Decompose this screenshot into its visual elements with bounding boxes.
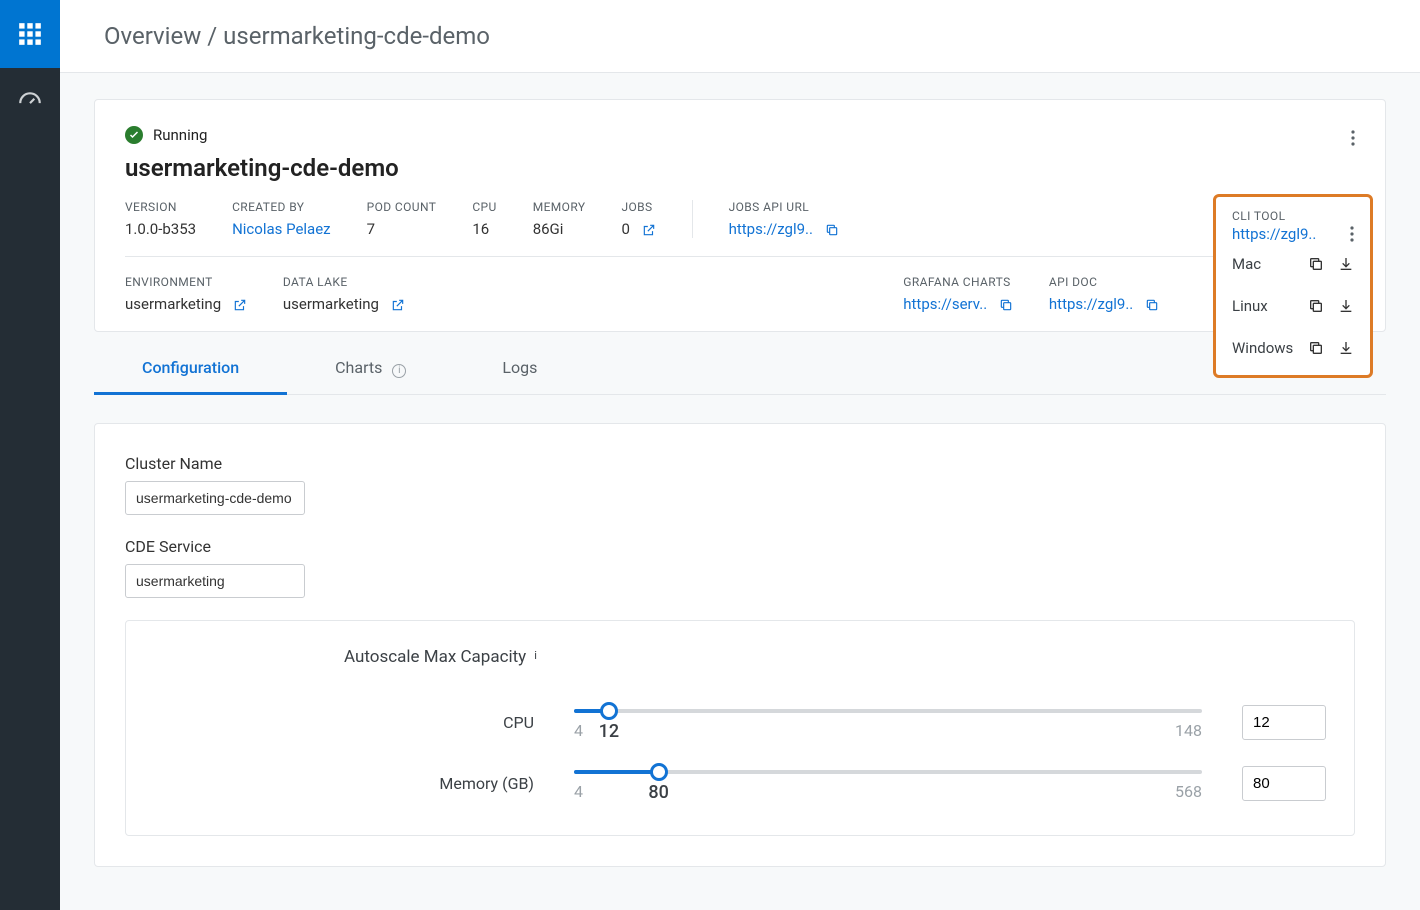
cli-row-linux: Linux <box>1232 285 1354 327</box>
cli-windows-download-icon[interactable] <box>1338 340 1354 356</box>
cluster-name-label: Cluster Name <box>125 454 1355 473</box>
tabs: Configuration Charts i Logs <box>94 342 1386 395</box>
status-text: Running <box>153 126 207 144</box>
jobsapi-copy-icon[interactable] <box>825 223 839 237</box>
cde-service-label: CDE Service <box>125 537 1355 556</box>
cpu-slider[interactable]: 4 12 148 <box>574 705 1202 740</box>
tab-logs[interactable]: Logs <box>454 342 585 394</box>
apidoc-copy-icon[interactable] <box>1145 298 1159 312</box>
summary-kebab-button[interactable] <box>1351 130 1355 146</box>
memory-value-input[interactable] <box>1242 766 1326 801</box>
status-running-icon <box>125 126 143 144</box>
memory-min: 4 <box>574 782 583 801</box>
sidebar-item-overview[interactable] <box>0 68 60 136</box>
kv-apidoc: API DOC https://zgl9.. <box>1049 275 1159 313</box>
sidebar <box>0 0 60 910</box>
memory-slider-label: Memory (GB) <box>154 774 534 793</box>
cli-linux-download-icon[interactable] <box>1338 298 1354 314</box>
cli-link[interactable]: https://zgl9.. <box>1232 225 1316 243</box>
summary-title: usermarketing-cde-demo <box>125 154 1355 182</box>
kv-memory: MEMORY 86Gi <box>533 200 586 238</box>
breadcrumb-current: usermarketing-cde-demo <box>223 22 490 50</box>
kv-version: VERSION 1.0.0-b353 <box>125 200 196 238</box>
breadcrumb-root[interactable]: Overview <box>104 22 201 50</box>
memory-slider-thumb[interactable] <box>650 763 668 781</box>
cde-service-input[interactable] <box>125 564 305 598</box>
kebab-icon <box>1351 130 1355 146</box>
info-icon: i <box>534 649 550 665</box>
kv-grafana: GRAFANA CHARTS https://serv.. <box>903 275 1013 313</box>
kv-jobsapi: JOBS API URL https://zgl9.. <box>692 200 839 238</box>
kv-createdby: CREATED BY Nicolas Pelaez <box>232 200 331 238</box>
createdby-link[interactable]: Nicolas Pelaez <box>232 220 331 238</box>
main-content: Overview / usermarketing-cde-demo Runnin… <box>60 0 1420 910</box>
env-open-icon[interactable] <box>233 298 247 312</box>
apidoc-link[interactable]: https://zgl9.. <box>1049 295 1133 313</box>
cli-linux-copy-icon[interactable] <box>1308 298 1324 314</box>
cli-mac-copy-icon[interactable] <box>1308 256 1324 272</box>
breadcrumb-sep: / <box>207 22 217 50</box>
jobsapi-link[interactable]: https://zgl9.. <box>729 220 813 238</box>
memory-max: 568 <box>1175 782 1202 801</box>
cpu-value-input[interactable] <box>1242 705 1326 740</box>
kv-datalake: DATA LAKE usermarketing <box>283 275 405 313</box>
cli-tool-dropdown: CLI TOOL https://zgl9.. Mac Linux <box>1213 194 1373 378</box>
autoscale-box: Autoscale Max Capacity i CPU 4 12 <box>125 620 1355 836</box>
grafana-copy-icon[interactable] <box>999 298 1013 312</box>
gauge-icon <box>17 89 43 115</box>
kv-cpu: CPU 16 <box>472 200 496 238</box>
app-launcher-button[interactable] <box>0 0 60 68</box>
jobs-open-icon[interactable] <box>642 223 656 237</box>
kv-podcount: POD COUNT 7 <box>367 200 437 238</box>
apps-grid-icon <box>17 21 43 47</box>
kv-jobs: JOBS 0 <box>621 200 655 238</box>
tab-charts[interactable]: Charts i <box>287 342 454 394</box>
config-card: Cluster Name CDE Service Autoscale Max C… <box>94 423 1386 867</box>
datalake-open-icon[interactable] <box>391 298 405 312</box>
cluster-name-input[interactable] <box>125 481 305 515</box>
cli-windows-copy-icon[interactable] <box>1308 340 1324 356</box>
cpu-current: 12 <box>599 721 619 742</box>
summary-card: Running usermarketing-cde-demo VERSION 1… <box>94 99 1386 332</box>
cpu-max: 148 <box>1175 721 1202 740</box>
kebab-icon <box>1350 226 1354 242</box>
memory-slider[interactable]: 4 80 568 <box>574 766 1202 801</box>
grafana-link[interactable]: https://serv.. <box>903 295 987 313</box>
kv-environment: ENVIRONMENT usermarketing <box>125 275 247 313</box>
breadcrumb: Overview / usermarketing-cde-demo <box>60 0 1420 73</box>
autoscale-title: Autoscale Max Capacity <box>344 647 526 667</box>
cli-row-mac: Mac <box>1232 243 1354 285</box>
info-icon: i <box>392 364 406 378</box>
cli-kebab-button[interactable] <box>1350 226 1354 242</box>
cpu-slider-thumb[interactable] <box>600 702 618 720</box>
cpu-min: 4 <box>574 721 583 740</box>
memory-current: 80 <box>648 782 668 803</box>
cli-row-windows: Windows <box>1232 327 1354 369</box>
cpu-slider-label: CPU <box>154 713 534 732</box>
cli-mac-download-icon[interactable] <box>1338 256 1354 272</box>
tab-configuration[interactable]: Configuration <box>94 342 287 394</box>
